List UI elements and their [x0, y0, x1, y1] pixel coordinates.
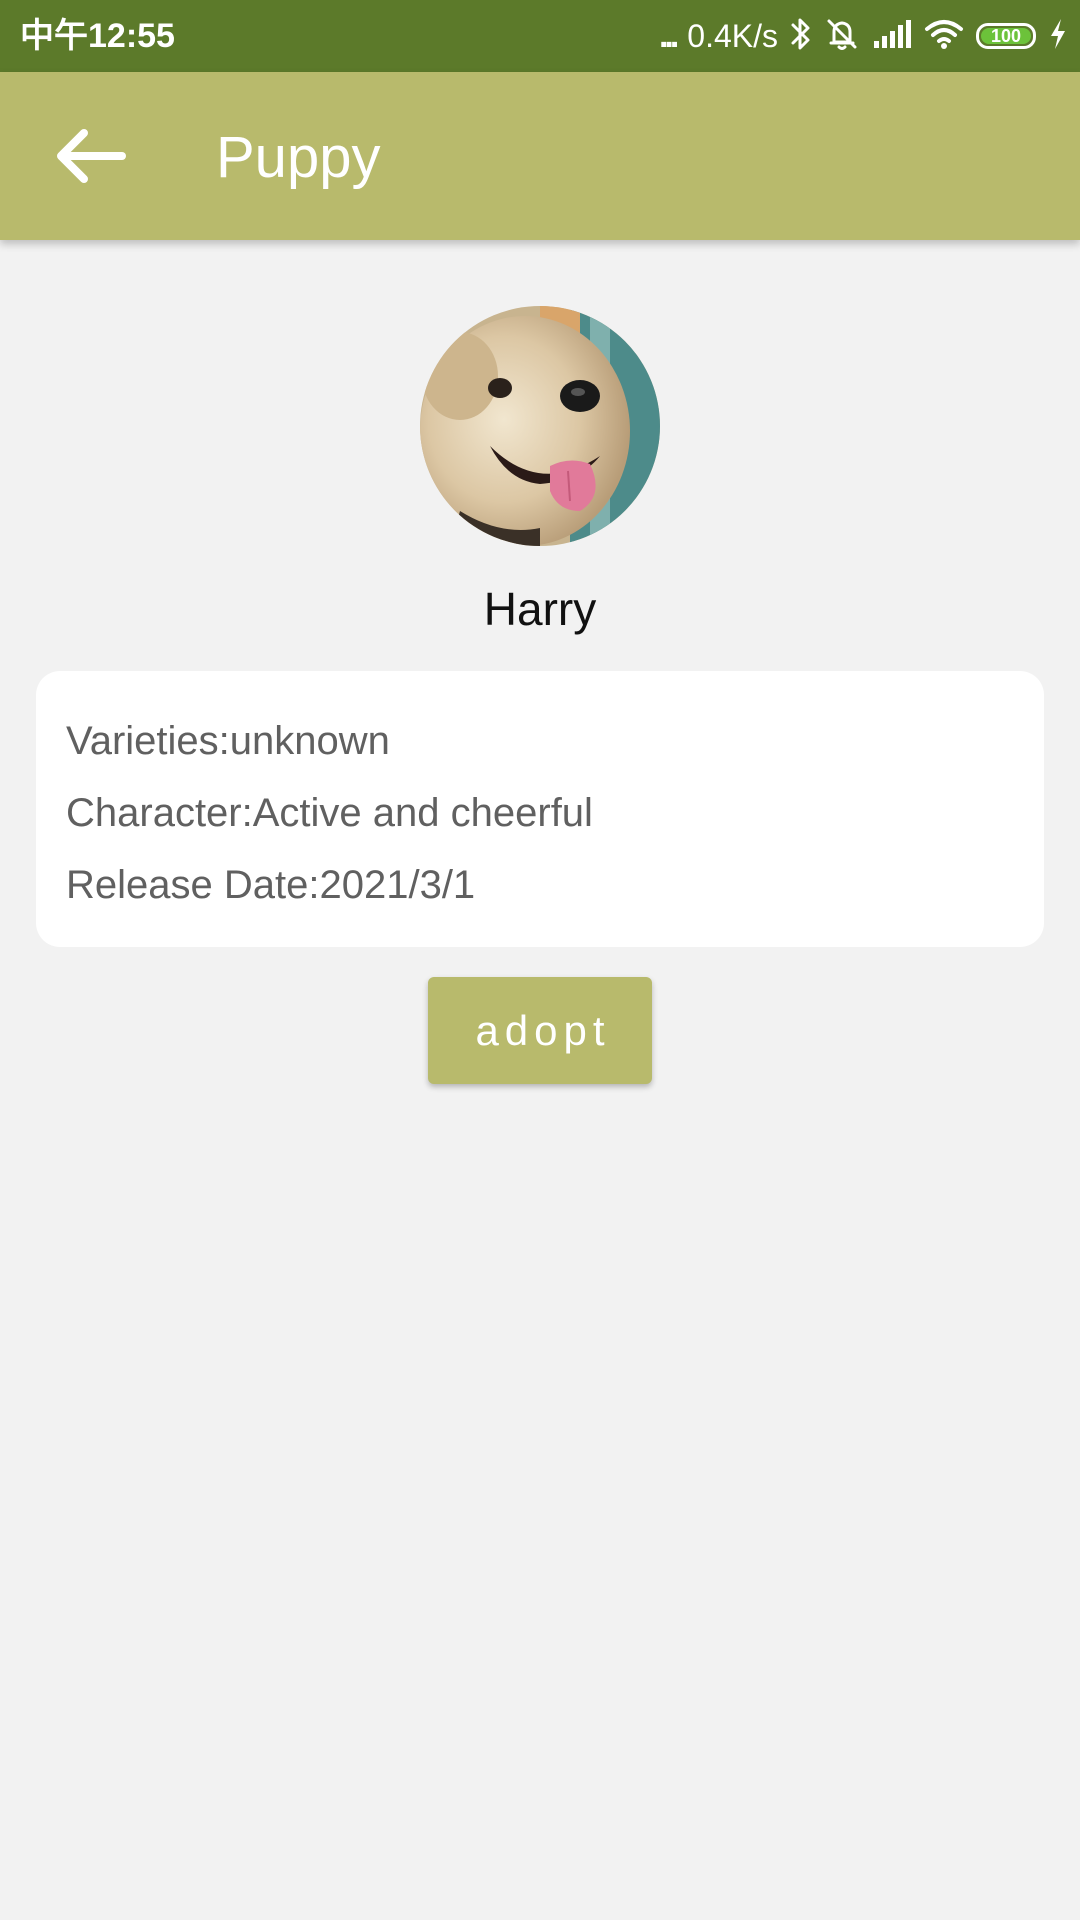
bluetooth-icon	[790, 16, 812, 57]
wifi-icon	[924, 18, 964, 55]
battery-level: 100	[990, 26, 1022, 46]
page-title: Puppy	[216, 125, 381, 190]
status-bar: 中午12:55 ... 0.4K/s 100	[0, 0, 1080, 72]
battery-body: 100	[976, 23, 1036, 49]
more-dots: ...	[658, 17, 679, 55]
network-speed: 0.4K/s	[687, 18, 778, 54]
cellular-signal-icon	[872, 19, 912, 54]
pet-avatar	[420, 306, 660, 546]
info-varieties: Varieties:unknown	[66, 719, 390, 763]
arrow-left-icon	[57, 129, 126, 183]
info-release-date: Release Date:2021/3/1	[66, 863, 476, 907]
status-time: 中午12:55	[20, 17, 175, 55]
dog-photo	[420, 306, 660, 546]
adopt-button[interactable]: adopt	[428, 977, 652, 1084]
charging-icon	[1048, 17, 1068, 56]
pet-name: Harry	[483, 583, 597, 635]
app-bar: Puppy	[0, 72, 1080, 240]
info-character: Character:Active and cheerful	[66, 791, 593, 835]
battery-icon: 100	[976, 23, 1036, 49]
pet-info-card: Varieties:unknown Character:Active and c…	[36, 671, 1044, 947]
mute-bell-icon	[824, 16, 860, 57]
status-icons: ... 0.4K/s 100	[659, 12, 1068, 60]
back-button[interactable]	[50, 120, 130, 192]
